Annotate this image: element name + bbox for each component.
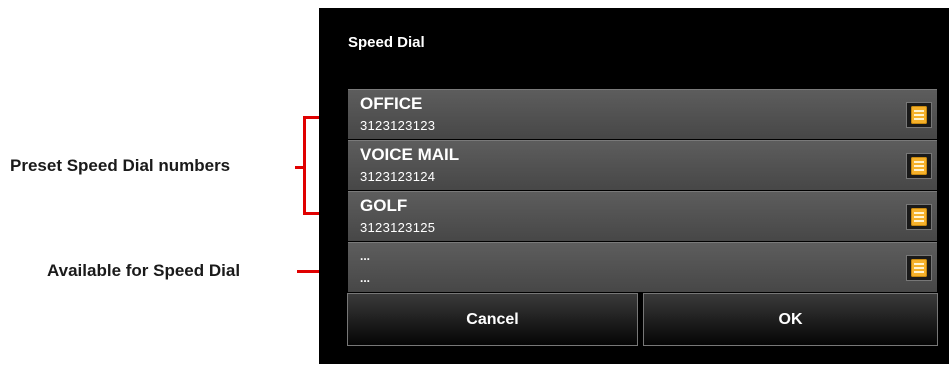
edit-entry-button[interactable] [906,255,932,281]
edit-note-icon [911,208,927,226]
speed-dial-entry[interactable]: OFFICE 3123123123 [348,89,937,139]
ok-button[interactable]: OK [643,293,938,346]
entry-name: VOICE MAIL [360,145,460,164]
edit-note-icon [911,106,927,124]
dialog-title: Speed Dial [348,34,425,51]
edit-entry-button[interactable] [906,153,932,179]
entry-name: GOLF [360,196,408,215]
edit-entry-button[interactable] [906,204,932,230]
entry-name-placeholder: ... [360,249,371,263]
entry-number: 3123123124 [360,169,436,184]
edit-entry-button[interactable] [906,102,932,128]
preset-bracket-vertical [303,116,306,215]
speed-dial-entry-empty[interactable]: ... ... [348,242,937,292]
speed-dial-dialog: Speed Dial OFFICE 3123123123 VOICE MAIL … [319,8,949,364]
edit-note-icon [911,157,927,175]
available-annotation-label: Available for Speed Dial [47,261,241,280]
edit-note-icon [911,259,927,277]
entry-number-placeholder: ... [360,271,371,285]
entry-number: 3123123125 [360,220,436,235]
cancel-button[interactable]: Cancel [347,293,638,346]
entry-name: OFFICE [360,94,423,113]
speed-dial-entry[interactable]: GOLF 3123123125 [348,191,937,241]
available-pointer-line [297,270,319,273]
preset-bracket-bottom [303,212,319,215]
preset-annotation-label: Preset Speed Dial numbers [10,156,231,175]
speed-dial-entry[interactable]: VOICE MAIL 3123123124 [348,140,937,190]
preset-bracket-top [303,116,319,119]
entry-number: 3123123123 [360,118,436,133]
